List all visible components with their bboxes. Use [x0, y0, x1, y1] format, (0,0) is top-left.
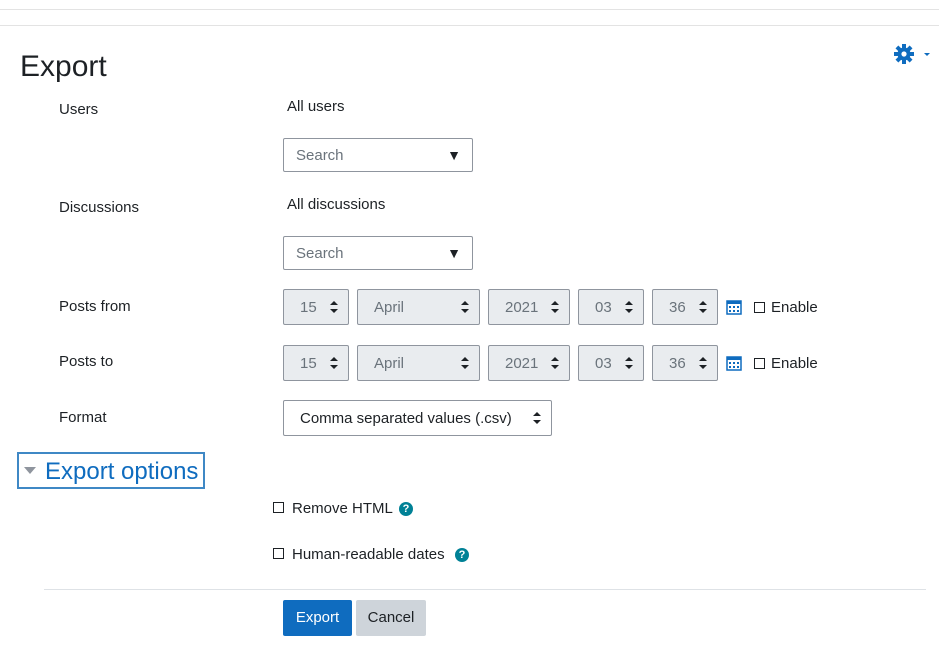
posts-to-minute-select[interactable]: 36 [652, 345, 718, 381]
users-label: Users [59, 101, 99, 118]
dropdown-arrow-icon[interactable]: ▼ [447, 245, 461, 261]
updown-arrows-icon [551, 357, 559, 369]
users-search-box[interactable]: ▼ [283, 138, 473, 172]
discussions-selection: All discussions [287, 196, 386, 213]
format-label: Format [59, 409, 107, 426]
caret-down-icon [924, 53, 930, 56]
calendar-icon[interactable] [726, 355, 742, 371]
updown-arrows-icon [461, 357, 469, 369]
remove-html-checkbox[interactable] [273, 502, 284, 513]
updown-arrows-icon [625, 301, 633, 313]
posts-to-enable-label[interactable]: Enable [771, 355, 818, 372]
select-value: 2021 [505, 299, 539, 316]
page-title: Export [20, 50, 107, 83]
select-value: 03 [595, 299, 612, 316]
updown-arrows-icon [699, 301, 707, 313]
select-value: 15 [300, 355, 317, 372]
gear-icon [894, 44, 930, 64]
posts-to-year-select[interactable]: 2021 [488, 345, 570, 381]
posts-to-hour-select[interactable]: 03 [578, 345, 644, 381]
select-value: April [374, 355, 405, 372]
updown-arrows-icon [625, 357, 633, 369]
select-value: 2021 [505, 355, 539, 372]
discussions-search-input[interactable] [296, 245, 436, 262]
format-select[interactable]: Comma separated values (.csv) [283, 400, 552, 436]
posts-from-month-select[interactable]: April [357, 289, 480, 325]
updown-arrows-icon [330, 301, 338, 313]
updown-arrows-icon [533, 412, 541, 424]
updown-arrows-icon [699, 357, 707, 369]
posts-from-day-select[interactable]: 15 [283, 289, 349, 325]
posts-from-enable-checkbox[interactable] [754, 302, 765, 313]
form-footer-divider [44, 589, 926, 590]
cancel-button[interactable]: Cancel [356, 600, 426, 636]
discussions-search-box[interactable]: ▼ [283, 236, 473, 270]
settings-menu[interactable] [893, 44, 933, 64]
export-button[interactable]: Export [283, 600, 352, 636]
updown-arrows-icon [461, 301, 469, 313]
select-value: 15 [300, 299, 317, 316]
updown-arrows-icon [551, 301, 559, 313]
select-value: Comma separated values (.csv) [300, 410, 512, 427]
dropdown-arrow-icon[interactable]: ▼ [447, 147, 461, 163]
export-options-toggle[interactable]: Export options [17, 452, 205, 489]
remove-html-label[interactable]: Remove HTML [292, 500, 393, 517]
users-search-input[interactable] [296, 147, 436, 164]
top-divider [0, 9, 939, 10]
export-options-heading: Export options [45, 458, 199, 485]
updown-arrows-icon [330, 357, 338, 369]
posts-to-label: Posts to [59, 353, 114, 370]
users-selection: All users [287, 98, 345, 115]
posts-from-hour-select[interactable]: 03 [578, 289, 644, 325]
select-value: April [374, 299, 405, 316]
posts-from-year-select[interactable]: 2021 [488, 289, 570, 325]
discussions-label: Discussions [59, 199, 140, 216]
select-value: 36 [669, 299, 686, 316]
posts-from-minute-select[interactable]: 36 [652, 289, 718, 325]
posts-to-enable-checkbox[interactable] [754, 358, 765, 369]
human-readable-dates-checkbox[interactable] [273, 548, 284, 559]
select-value: 36 [669, 355, 686, 372]
posts-to-month-select[interactable]: April [357, 345, 480, 381]
posts-from-label: Posts from [59, 298, 131, 315]
posts-to-day-select[interactable]: 15 [283, 345, 349, 381]
human-readable-dates-label[interactable]: Human-readable dates [292, 546, 445, 563]
calendar-icon[interactable] [726, 299, 742, 315]
question-circle-icon[interactable]: ? [455, 548, 469, 562]
select-value: 03 [595, 355, 612, 372]
posts-from-enable-label[interactable]: Enable [771, 299, 818, 316]
collapse-triangle-icon [24, 467, 36, 474]
question-circle-icon[interactable]: ? [399, 502, 413, 516]
header-divider [0, 25, 939, 26]
